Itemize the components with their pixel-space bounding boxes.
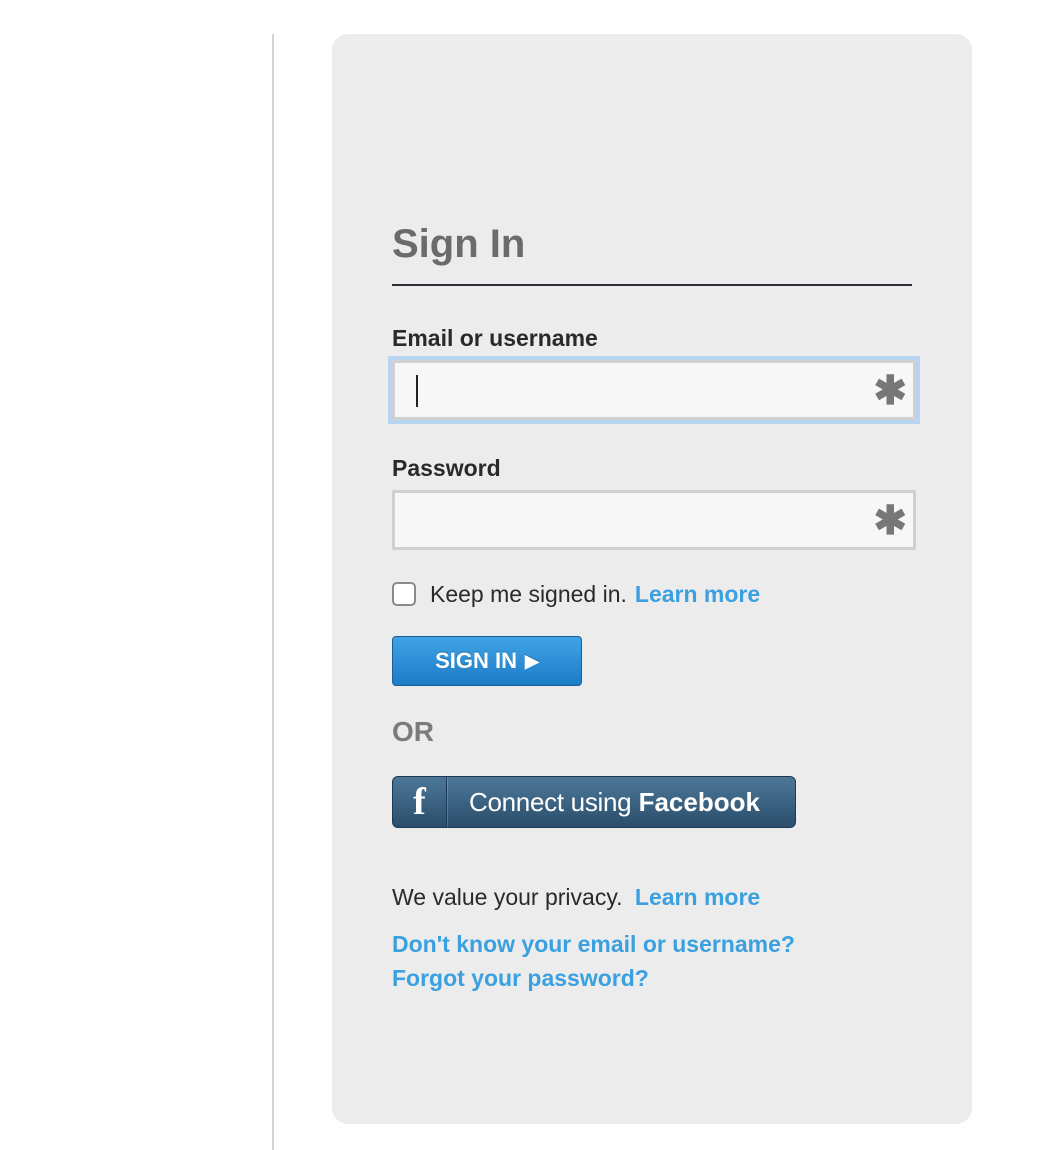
facebook-button-prefix: Connect using bbox=[469, 786, 632, 817]
play-arrow-icon: ▶ bbox=[525, 650, 539, 671]
title-divider bbox=[392, 284, 912, 286]
password-field-wrapper: ✱ bbox=[392, 490, 916, 550]
facebook-icon: f bbox=[413, 781, 426, 823]
keep-signed-in-row: Keep me signed in. Learn more bbox=[392, 580, 916, 608]
keep-signed-in-learn-more-link[interactable]: Learn more bbox=[635, 581, 760, 608]
keep-signed-in-label: Keep me signed in. bbox=[430, 580, 627, 607]
facebook-button-label: Connect using Facebook bbox=[469, 787, 760, 818]
text-caret bbox=[416, 375, 418, 407]
or-separator: OR bbox=[392, 716, 434, 747]
page-title: Sign In bbox=[392, 222, 526, 266]
facebook-button-brand: Facebook bbox=[638, 786, 760, 817]
required-asterisk-icon: ✱ bbox=[873, 499, 907, 543]
password-label: Password bbox=[392, 455, 501, 481]
required-asterisk-icon: ✱ bbox=[873, 369, 907, 413]
connect-facebook-button[interactable]: f Connect using Facebook bbox=[392, 776, 796, 828]
privacy-learn-more-link[interactable]: Learn more bbox=[635, 884, 760, 910]
sign-in-button-label: SIGN IN bbox=[435, 648, 518, 673]
privacy-row: We value your privacy. Learn more bbox=[392, 884, 916, 911]
keep-signed-in-checkbox[interactable] bbox=[392, 582, 416, 606]
email-label: Email or username bbox=[392, 325, 598, 351]
signin-form: Sign In Email or username ✱ Password ✱ K… bbox=[392, 220, 916, 995]
vertical-divider bbox=[272, 34, 274, 1150]
password-field[interactable] bbox=[395, 493, 913, 547]
page: Sign In Email or username ✱ Password ✱ K… bbox=[0, 0, 1060, 1150]
privacy-text: We value your privacy. bbox=[392, 884, 623, 910]
sign-in-button[interactable]: SIGN IN ▶ bbox=[392, 636, 582, 686]
signin-panel: Sign In Email or username ✱ Password ✱ K… bbox=[332, 34, 972, 1124]
email-field-wrapper: ✱ bbox=[392, 360, 916, 420]
forgot-password-link[interactable]: Forgot your password? bbox=[392, 961, 916, 995]
forgot-username-link[interactable]: Don't know your email or username? bbox=[392, 927, 916, 961]
facebook-icon-cell: f bbox=[393, 777, 447, 827]
email-field[interactable] bbox=[395, 363, 913, 417]
